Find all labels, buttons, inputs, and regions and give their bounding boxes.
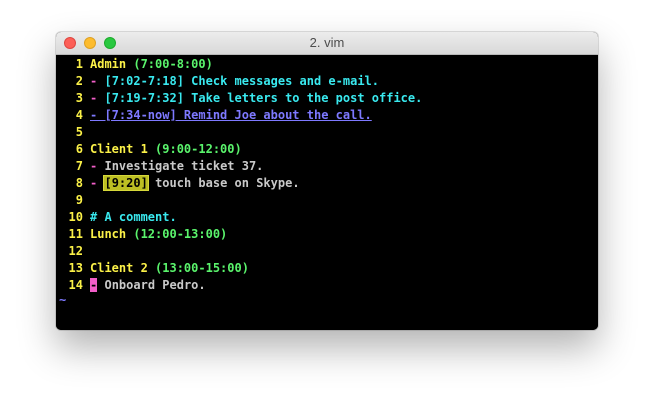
todo-item: Onboard Pedro. bbox=[104, 278, 206, 292]
block-heading: Admin bbox=[90, 57, 127, 71]
line-number: 11 bbox=[68, 227, 83, 241]
buffer-line: 1 Admin (7:00-8:00) bbox=[56, 56, 213, 73]
todo-item: touch base on Skype. bbox=[155, 176, 300, 190]
buffer-line: 2- [7:02-7:18] Check messages and e-mail… bbox=[56, 73, 379, 90]
line-number: 6 bbox=[75, 142, 83, 156]
block-heading: Client 2 bbox=[90, 261, 148, 275]
time-range: (12:00-13:00) bbox=[133, 227, 228, 241]
buffer-line: 13 Client 2 (13:00-15:00) bbox=[56, 260, 249, 277]
line-number: 10 bbox=[68, 210, 83, 224]
buffer-line: 10 # A comment. bbox=[56, 209, 177, 226]
block-heading: Lunch bbox=[90, 227, 127, 241]
time-range: (9:00-12:00) bbox=[155, 142, 242, 156]
title-bar: 2. vim bbox=[56, 32, 598, 55]
item-dash: - bbox=[90, 176, 98, 190]
buffer-line: 6 Client 1 (9:00-12:00) bbox=[56, 141, 242, 158]
line-number: 2 bbox=[75, 74, 83, 88]
done-item: [7:02-7:18] Check messages and e-mail. bbox=[104, 74, 380, 88]
buffer-line: 14- Onboard Pedro. bbox=[56, 277, 206, 294]
line-number: 14 bbox=[68, 278, 83, 292]
empty-line-tilde: ~ bbox=[59, 293, 67, 307]
buffer-line: 9 bbox=[56, 192, 83, 209]
buffer-line: 8- [9:20] touch base on Skype. bbox=[56, 175, 300, 192]
line-number: 13 bbox=[68, 261, 83, 275]
buffer-line: 12 bbox=[56, 243, 83, 260]
line-number: 3 bbox=[75, 91, 83, 105]
time-range: (13:00-15:00) bbox=[155, 261, 249, 275]
vim-buffer[interactable]: 1 Admin (7:00-8:00) 2- [7:02-7:18] Check … bbox=[56, 55, 598, 330]
todo-item: Investigate ticket 37. bbox=[104, 159, 264, 173]
line-number: 5 bbox=[75, 125, 83, 139]
line-number: 8 bbox=[75, 176, 83, 190]
time-range: (7:00-8:00) bbox=[133, 57, 213, 71]
buffer-line: 11 Lunch (12:00-13:00) bbox=[56, 226, 228, 243]
comment-line: # A comment. bbox=[90, 210, 177, 224]
done-item: [7:19-7:32] Take letters to the post off… bbox=[104, 91, 423, 105]
line-number: 7 bbox=[75, 159, 83, 173]
terminal-window: 2. vim 1 Admin (7:00-8:00) 2- [7:02-7:18]… bbox=[56, 32, 598, 330]
buffer-line: 7- Investigate ticket 37. bbox=[56, 158, 264, 175]
item-dash: - bbox=[90, 74, 98, 88]
buffer-line: 4 - [7:34-now] Remind Joe about the call. bbox=[56, 107, 372, 124]
line-number: 1 bbox=[75, 57, 83, 71]
text-cursor[interactable]: - bbox=[90, 278, 98, 292]
item-dash: - bbox=[90, 91, 98, 105]
buffer-line: 5 bbox=[56, 124, 83, 141]
line-number: 4 bbox=[75, 108, 83, 122]
item-dash: - bbox=[90, 159, 98, 173]
active-item: - [7:34-now] Remind Joe about the call. bbox=[90, 108, 372, 122]
line-number: 9 bbox=[75, 193, 83, 207]
window-title: 2. vim bbox=[309, 35, 345, 50]
buffer-line: 3- [7:19-7:32] Take letters to the post … bbox=[56, 90, 423, 107]
timestamp-highlight: [9:20] bbox=[103, 175, 149, 191]
line-number: 12 bbox=[68, 244, 83, 258]
block-heading: Client 1 bbox=[90, 142, 148, 156]
